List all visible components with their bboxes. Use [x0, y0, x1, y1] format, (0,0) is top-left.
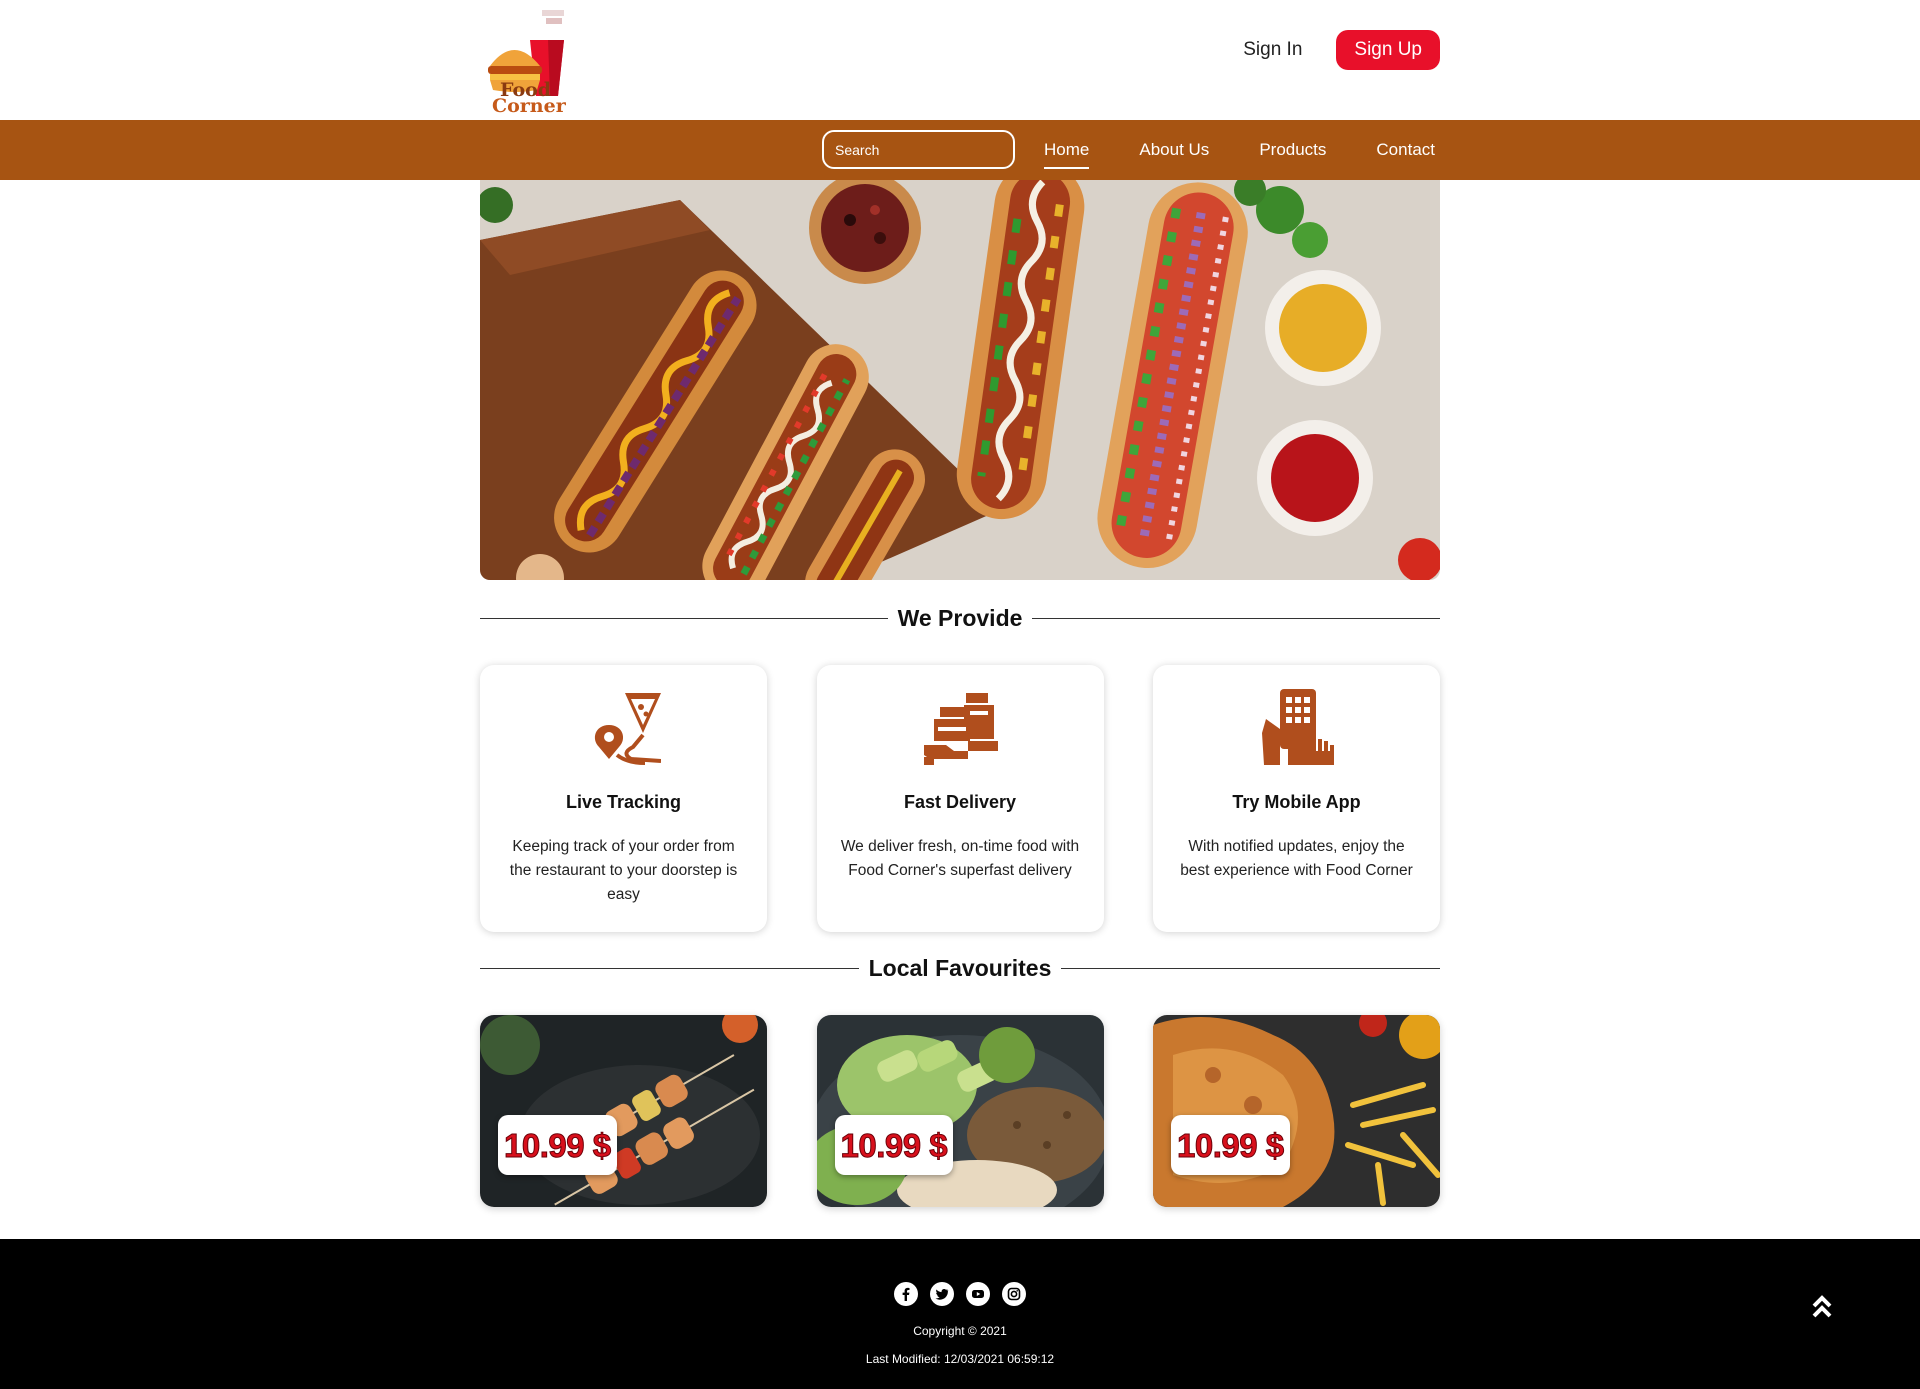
nav-link-contact[interactable]: Contact [1351, 120, 1440, 180]
card-live-tracking: Live Tracking Keeping track of your orde… [480, 665, 767, 932]
card-text: With notified updates, enjoy the best ex… [1180, 838, 1413, 879]
card-text: Keeping track of your order from the res… [509, 838, 738, 903]
social-links [894, 1282, 1026, 1306]
sign-in-link[interactable]: Sign In [1243, 39, 1302, 61]
we-provide-heading: We Provide [480, 603, 1440, 633]
skewers-photo [480, 1015, 767, 1207]
nav-links: Home About Us Products Contact [1019, 120, 1440, 180]
copyright-text: Copyright © 2021 [913, 1324, 1007, 1338]
delivery-hand-icon [923, 693, 998, 765]
divider-line [480, 967, 859, 969]
price-badge: 10.99 $ [498, 1115, 617, 1175]
instagram-icon[interactable] [1002, 1282, 1026, 1306]
nav-link-products[interactable]: Products [1234, 120, 1351, 180]
provide-cards: Live Tracking Keeping track of your orde… [480, 665, 1440, 932]
card-title: Fast Delivery [903, 792, 1017, 812]
price-badge: 10.99 $ [834, 1115, 954, 1175]
nav-link-home[interactable]: Home [1019, 120, 1114, 180]
youtube-icon[interactable] [966, 1282, 990, 1306]
last-modified-text: Last Modified: 12/03/2021 06:59:12 [865, 1352, 1055, 1366]
search-input[interactable] [822, 130, 1015, 169]
fried-chicken-photo [1153, 1015, 1440, 1207]
location-pizza-icon [594, 693, 661, 765]
svg-text:Corner: Corner [492, 95, 567, 117]
favourite-item-skewers[interactable]: 10.99 $ [480, 1015, 767, 1207]
auth-actions: Sign In Sign Up [1243, 30, 1440, 70]
facebook-icon[interactable] [894, 1282, 918, 1306]
card-text: We deliver fresh, on-time food with Food… [840, 838, 1080, 879]
main-navbar: Home About Us Products Contact [0, 120, 1920, 180]
sign-up-button[interactable]: Sign Up [1336, 30, 1440, 70]
favourite-item-salad-bowl[interactable]: 10.99 $ [816, 1015, 1104, 1207]
nav-link-about-us[interactable]: About Us [1114, 120, 1234, 180]
divider-line [1061, 967, 1440, 969]
salad-bowl-photo [816, 1015, 1104, 1207]
favourites-list: 10.99 $ 10.99 $ 10.99 $ [480, 1015, 1440, 1207]
food-corner-logo[interactable]: Food Corner [480, 4, 590, 118]
page-footer: Copyright © 2021 Last Modified: 12/03/20… [0, 1239, 1920, 1389]
favourite-item-fried-chicken[interactable]: 10.99 $ [1153, 1015, 1440, 1207]
mobile-app-icon [1262, 689, 1334, 765]
card-fast-delivery: Fast Delivery We deliver fresh, on-time … [816, 665, 1104, 932]
divider-line [1032, 617, 1440, 619]
local-favourites-title: Local Favourites [868, 954, 1052, 981]
twitter-icon[interactable] [930, 1282, 954, 1306]
card-title: Try Mobile App [1232, 792, 1361, 812]
price-badge: 10.99 $ [1171, 1115, 1290, 1175]
hero-image-hotdogs [480, 180, 1440, 580]
top-header: Food Corner Sign In Sign Up [0, 0, 1920, 120]
card-mobile-app: Try Mobile App With notified updates, en… [1153, 665, 1440, 932]
back-to-top-icon[interactable] [1810, 1292, 1834, 1320]
divider-line [480, 617, 888, 619]
local-favourites-heading: Local Favourites [480, 953, 1440, 983]
card-title: Live Tracking [565, 792, 682, 812]
we-provide-title: We Provide [897, 604, 1023, 631]
